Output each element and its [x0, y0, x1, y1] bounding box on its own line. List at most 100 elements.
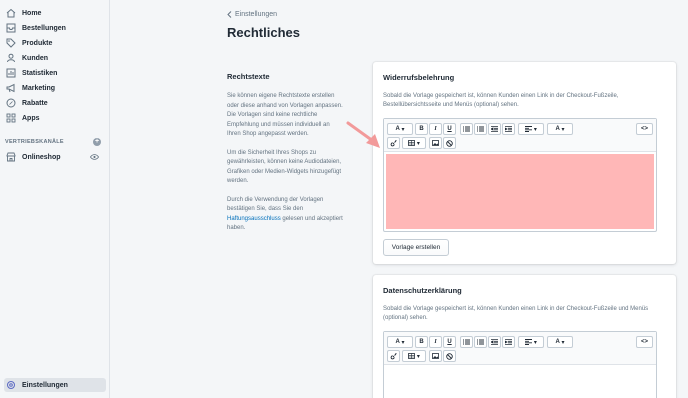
sidebar-item-label: Onlineshop: [22, 153, 61, 161]
card-description: Sobald die Vorlage gespeichert ist, könn…: [383, 306, 649, 321]
description-paragraph: Durch die Verwendung der Vorlagen bestät…: [227, 196, 345, 234]
image-icon: [432, 353, 439, 359]
home-icon: [6, 8, 16, 18]
indent-button[interactable]: [502, 336, 515, 348]
italic-button[interactable]: I: [429, 123, 442, 135]
html-code-button[interactable]: <>: [636, 336, 653, 348]
breadcrumb-label[interactable]: Einstellungen: [235, 11, 277, 18]
underline-button[interactable]: U: [443, 123, 456, 135]
sidebar-item-bestellungen[interactable]: Bestellungen: [4, 21, 106, 35]
italic-button[interactable]: I: [429, 336, 442, 348]
sidebar-item-label: Rabatte: [22, 99, 48, 107]
sidebar: Home Bestellungen Produkte Kunden Statis…: [0, 0, 110, 398]
sidebar-item-label: Statistiken: [22, 69, 58, 77]
bold-button[interactable]: B: [415, 123, 428, 135]
sidebar-item-marketing[interactable]: Marketing: [4, 81, 106, 95]
sidebar-item-produkte[interactable]: Produkte: [4, 36, 106, 50]
card-widerrufsbelehrung: Widerrufsbelehrung Sobald die Vorlage ge…: [373, 62, 676, 264]
table-dropdown[interactable]: ▾: [402, 137, 426, 149]
numbered-list-icon: [477, 339, 484, 345]
user-icon: [6, 53, 16, 63]
sidebar-item-onlineshop[interactable]: Onlineshop: [4, 150, 106, 164]
align-left-icon: [525, 339, 533, 345]
font-dropdown[interactable]: A ▾: [387, 123, 413, 135]
sidebar-item-statistiken[interactable]: Statistiken: [4, 66, 106, 80]
card-description: Sobald die Vorlage gespeichert ist, könn…: [383, 93, 619, 108]
sidebar-item-home[interactable]: Home: [4, 6, 106, 20]
disclaimer-link[interactable]: Haftungsausschluss: [227, 216, 281, 222]
bold-button[interactable]: B: [415, 336, 428, 348]
indent-icon: [505, 339, 512, 345]
numbered-list-button[interactable]: [474, 123, 487, 135]
add-channel-button[interactable]: +: [93, 138, 101, 146]
legal-description: Rechtstexte Sie können eigene Rechtstext…: [227, 72, 345, 243]
store-icon: [6, 152, 16, 162]
underline-button[interactable]: U: [443, 336, 456, 348]
clear-formatting-button[interactable]: [443, 137, 456, 149]
font-label: A: [395, 339, 400, 345]
sidebar-item-label: Apps: [22, 114, 40, 122]
sidebar-item-label: Home: [22, 9, 42, 17]
description-paragraph: Um die Sicherheit Ihres Shops zu gewährl…: [227, 149, 342, 185]
sidebar-item-apps[interactable]: Apps: [4, 111, 106, 125]
breadcrumb[interactable]: Einstellungen: [227, 11, 277, 18]
orders-icon: [6, 23, 16, 33]
eye-icon[interactable]: [90, 154, 99, 160]
text-color-label: A: [555, 126, 560, 132]
tag-icon: [6, 38, 16, 48]
insert-image-button[interactable]: [429, 137, 442, 149]
annotation-arrow-icon: [346, 121, 380, 148]
html-code-button[interactable]: <>: [636, 123, 653, 135]
sidebar-item-einstellungen[interactable]: Einstellungen: [4, 378, 106, 392]
chevron-left-icon: [227, 11, 232, 18]
text-color-label: A: [555, 339, 560, 345]
link-button[interactable]: [387, 137, 400, 149]
main-content: Einstellungen Rechtliches Rechtstexte Si…: [111, 0, 688, 398]
sidebar-item-label: Kunden: [22, 54, 49, 62]
editor-toolbar: A ▾ B I U ▾ A ▾ <> ▾: [384, 119, 656, 152]
font-label: A: [395, 126, 400, 132]
discount-icon: [6, 98, 16, 108]
numbered-list-button[interactable]: [474, 336, 487, 348]
outdent-button[interactable]: [488, 123, 501, 135]
sidebar-item-rabatte[interactable]: Rabatte: [4, 96, 106, 110]
align-left-icon: [525, 126, 533, 132]
clear-formatting-button[interactable]: [443, 350, 456, 362]
align-dropdown[interactable]: ▾: [518, 123, 544, 135]
link-icon: [390, 352, 397, 359]
editor-toolbar: A ▾ B I U ▾ A ▾ <> ▾: [384, 332, 656, 365]
page-title: Rechtliches: [227, 25, 300, 40]
block-icon: [446, 139, 453, 147]
megaphone-icon: [6, 83, 16, 93]
link-icon: [390, 139, 397, 146]
link-button[interactable]: [387, 350, 400, 362]
text-color-dropdown[interactable]: A ▾: [547, 336, 573, 348]
editor-content-area[interactable]: [386, 367, 654, 398]
card-title: Datenschutzerklärung: [383, 286, 462, 295]
bullet-list-icon: [463, 126, 470, 132]
align-dropdown[interactable]: ▾: [518, 336, 544, 348]
outdent-button[interactable]: [488, 336, 501, 348]
sidebar-item-label: Produkte: [22, 39, 53, 47]
outdent-icon: [491, 339, 498, 345]
table-icon: [408, 353, 416, 359]
rich-text-editor[interactable]: A ▾ B I U ▾ A ▾ <> ▾: [383, 331, 657, 398]
sidebar-item-kunden[interactable]: Kunden: [4, 51, 106, 65]
bullet-list-button[interactable]: [460, 336, 473, 348]
bullet-list-button[interactable]: [460, 123, 473, 135]
text-segment: Durch die Verwendung der Vorlagen bestät…: [227, 196, 324, 213]
bullet-list-icon: [463, 339, 470, 345]
font-dropdown[interactable]: A ▾: [387, 336, 413, 348]
text-color-dropdown[interactable]: A ▾: [547, 123, 573, 135]
insert-image-button[interactable]: [429, 350, 442, 362]
create-template-button[interactable]: Vorlage erstellen: [383, 239, 449, 256]
rich-text-editor[interactable]: A ▾ B I U ▾ A ▾ <> ▾: [383, 118, 657, 232]
sidebar-item-label: Einstellungen: [22, 381, 68, 389]
table-dropdown[interactable]: ▾: [402, 350, 426, 362]
editor-content-area[interactable]: [386, 154, 654, 229]
indent-button[interactable]: [502, 123, 515, 135]
section-heading: Rechtstexte: [227, 72, 270, 81]
sidebar-item-label: Marketing: [22, 84, 56, 92]
image-icon: [432, 140, 439, 146]
chart-icon: [6, 68, 16, 78]
